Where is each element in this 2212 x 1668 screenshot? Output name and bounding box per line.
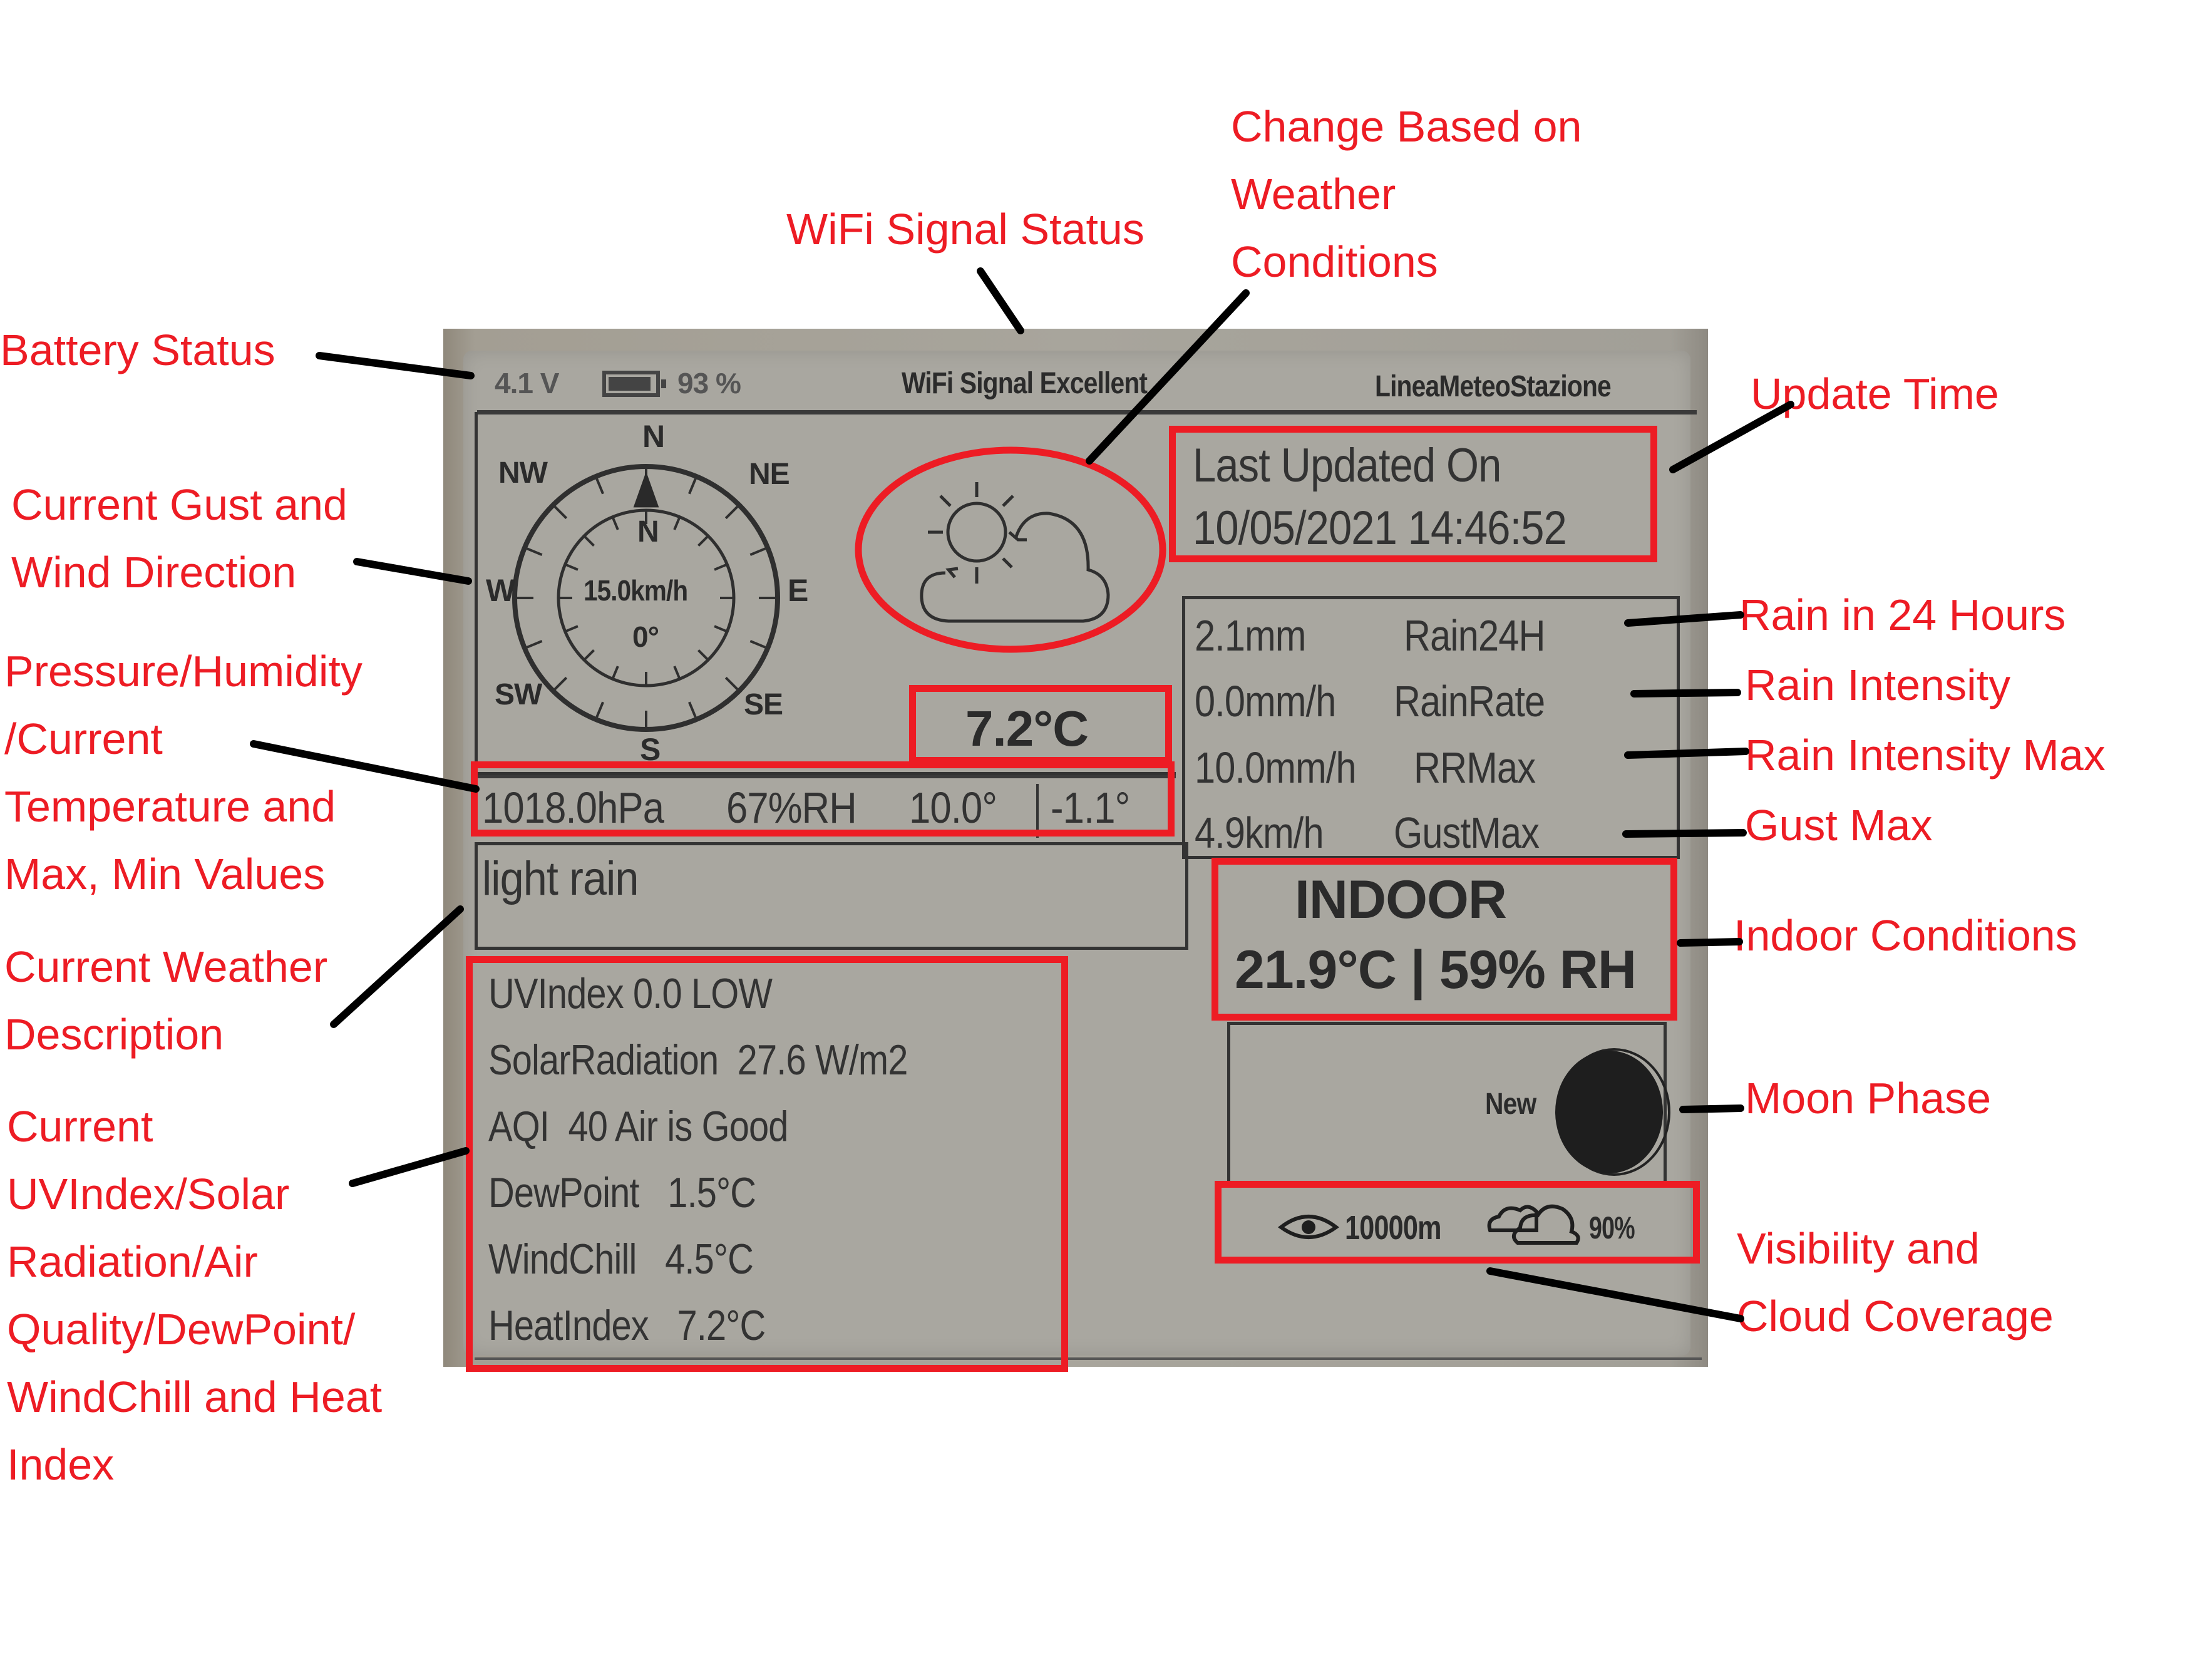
leader-gust-max [1622,829,1747,838]
leader-battery [316,352,475,379]
leader-rain-intensity [1630,689,1741,698]
leader-rain24 [1624,611,1744,627]
leader-moon [1679,1104,1744,1113]
leader-visibility [1486,1267,1744,1322]
leader-description [330,905,464,1028]
leader-lines [250,267,1794,1322]
leader-gust-wind [353,558,472,585]
leader-weather-icon [1086,289,1250,465]
leader-indoor [1677,938,1743,947]
leader-pressure [250,740,480,793]
leader-update-time [1669,401,1794,473]
leader-uv [349,1147,470,1187]
leader-wifi [977,267,1024,334]
leader-rain-intensity-max [1624,748,1749,759]
